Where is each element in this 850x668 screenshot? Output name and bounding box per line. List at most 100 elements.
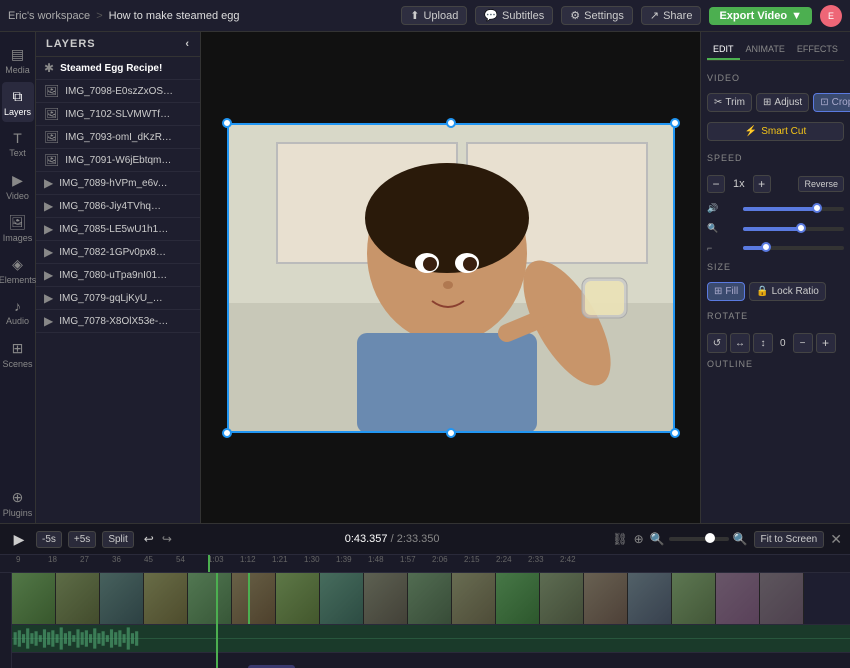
track-content[interactable]: T Stea... (12, 573, 850, 668)
tab-animate[interactable]: ANIMATE (740, 40, 791, 60)
timeline-close-button[interactable]: ✕ (830, 531, 842, 548)
thumb-cell (12, 573, 56, 624)
corners-thumb[interactable] (761, 242, 771, 252)
layer-item[interactable]: ✱ Steamed Egg Recipe! (36, 57, 200, 80)
tab-timing[interactable]: TIMING (844, 40, 850, 60)
ruler-mark: 1:30 (304, 555, 320, 564)
timeline-split-icon: ⊕ (634, 532, 644, 546)
reverse-button[interactable]: Reverse (798, 176, 844, 192)
sidebar-item-images[interactable]: 🖼 Images (2, 208, 34, 248)
zoom-slider[interactable] (743, 227, 844, 231)
corners-slider[interactable] (743, 246, 844, 250)
lock-ratio-button[interactable]: 🔒 Lock Ratio (749, 282, 826, 301)
layer-item[interactable]: ▶ IMG_7086-Jiy4TVhqm.M... (36, 195, 200, 218)
crop-handle-bottom-left[interactable] (222, 428, 232, 438)
speed-increase-button[interactable]: + (753, 175, 771, 193)
zoom-thumb[interactable] (796, 223, 806, 233)
thumb-cell (540, 573, 584, 624)
layer-image-icon: 🖼 (44, 153, 59, 167)
track-labels (0, 573, 12, 668)
play-button[interactable]: ▶ (8, 528, 30, 550)
redo-button[interactable]: ↪ (162, 532, 172, 546)
timeline-tracks: T Stea... (0, 573, 850, 668)
trim-button[interactable]: ✂ Trim (707, 93, 752, 112)
rotate-plus-button[interactable]: + (816, 333, 836, 353)
workspace-link[interactable]: Eric's workspace (8, 10, 90, 22)
video-container[interactable] (227, 123, 675, 433)
crop-handle-top-center[interactable] (446, 118, 456, 128)
layers-collapse-button[interactable]: ‹ (185, 38, 190, 50)
back-5s-button[interactable]: -5s (36, 531, 62, 548)
crop-handle-top-left[interactable] (222, 118, 232, 128)
zoom-out-icon[interactable]: 🔍 (650, 532, 665, 546)
text-track[interactable]: T Stea... (12, 653, 850, 668)
flip-v-button[interactable]: ↕ (753, 333, 773, 353)
flip-h-button[interactable]: ↔ (730, 333, 750, 353)
fwd-5s-button[interactable]: +5s (68, 531, 96, 548)
crop-handle-top-right[interactable] (670, 118, 680, 128)
rotate-minus-button[interactable]: − (793, 333, 813, 353)
sidebar-item-scenes[interactable]: ⊞ Scenes (2, 334, 34, 374)
video-section-label: VIDEO (707, 73, 844, 83)
volume-thumb[interactable] (812, 203, 822, 213)
video-track[interactable] (12, 573, 850, 625)
layer-item[interactable]: ▶ IMG_7080-uTpa9nI01.M... (36, 264, 200, 287)
corners-fill (743, 246, 763, 250)
layers-title: LAYERS (46, 38, 96, 50)
speed-decrease-button[interactable]: − (707, 175, 725, 193)
layer-item[interactable]: ▶ IMG_7085-LE5wU1h1R... (36, 218, 200, 241)
split-button[interactable]: Split (102, 531, 133, 548)
fit-to-screen-button[interactable]: Fit to Screen (754, 531, 825, 548)
subtitles-button[interactable]: 💬 Subtitles (475, 6, 553, 25)
timeline-zoom-slider[interactable] (669, 537, 729, 541)
audio-track[interactable] (12, 625, 850, 653)
zoom-row: 🔍 🔍 (650, 532, 748, 546)
layer-item[interactable]: 🖼 IMG_7091-W6jEbtqmq... (36, 149, 200, 172)
ruler-mark: 45 (144, 555, 153, 564)
adjust-button[interactable]: ⊞ Adjust (756, 93, 809, 112)
adjust-icon: ⊞ (763, 97, 771, 108)
layers-panel: LAYERS ‹ ✱ Steamed Egg Recipe! 🖼 IMG_709… (36, 32, 201, 523)
settings-button[interactable]: ⚙ Settings (561, 6, 633, 25)
upload-button[interactable]: ⬆ Upload (401, 6, 467, 25)
lock-icon: 🔒 (756, 286, 768, 297)
sidebar-item-video[interactable]: ▶ Video (2, 166, 34, 206)
layer-item[interactable]: 🖼 IMG_7102-SLVMWTfux.j... (36, 103, 200, 126)
undo-button[interactable]: ↩ (144, 532, 154, 546)
main-area: ▤ Media ⧉ Layers T Text ▶ Video 🖼 Images… (0, 32, 850, 523)
sidebar-item-media[interactable]: ▤ Media (2, 40, 34, 80)
crop-button[interactable]: ⊡ Crop (813, 93, 850, 112)
thumb-cell (364, 573, 408, 624)
rotate-ccw-button[interactable]: ↺ (707, 333, 727, 353)
zoom-slider-thumb[interactable] (705, 533, 715, 543)
crop-handle-bottom-center[interactable] (446, 428, 456, 438)
volume-slider[interactable] (743, 207, 844, 211)
sidebar-item-audio[interactable]: ♪ Audio (2, 292, 34, 332)
layer-item[interactable]: ▶ IMG_7082-1GPv0px8m... (36, 241, 200, 264)
corners-label: ⌐ (707, 243, 739, 253)
layer-item[interactable]: ▶ IMG_7079-gqLjKyU_w.M... (36, 287, 200, 310)
fill-button[interactable]: ⊞ Fill (707, 282, 745, 301)
thumb-cell (188, 573, 232, 624)
smart-cut-button[interactable]: ⚡ Smart Cut (707, 122, 844, 141)
export-button[interactable]: Export Video ▼ (709, 7, 812, 25)
tab-edit[interactable]: EDIT (707, 40, 740, 60)
share-button[interactable]: ↗ Share (641, 6, 702, 25)
thumb-cell (276, 573, 320, 624)
sidebar-item-elements[interactable]: ◈ Elements (2, 250, 34, 290)
layer-item[interactable]: 🖼 IMG_7093-omI_dKzRW... (36, 126, 200, 149)
crop-handle-bottom-right[interactable] (670, 428, 680, 438)
images-icon: 🖼 (9, 214, 27, 231)
sidebar-item-layers[interactable]: ⧉ Layers (2, 82, 34, 122)
tab-effects[interactable]: EFFECTS (791, 40, 844, 60)
zoom-in-icon[interactable]: 🔍 (733, 532, 748, 546)
speed-value: 1x (729, 178, 749, 190)
plugins-icon: ⊕ (12, 489, 24, 506)
sidebar-item-plugins[interactable]: ⊕ Plugins (2, 483, 34, 523)
layer-item[interactable]: 🖼 IMG_7098-E0szZxOS_JPG (36, 80, 200, 103)
layer-item[interactable]: ▶ IMG_7078-X8OlX53e-M... (36, 310, 200, 333)
layer-name: Steamed Egg Recipe! (60, 63, 162, 74)
sidebar-item-text[interactable]: T Text (2, 124, 34, 164)
avatar[interactable]: E (820, 5, 842, 27)
layer-item[interactable]: ▶ IMG_7089-hVPm_e6v.MOV (36, 172, 200, 195)
